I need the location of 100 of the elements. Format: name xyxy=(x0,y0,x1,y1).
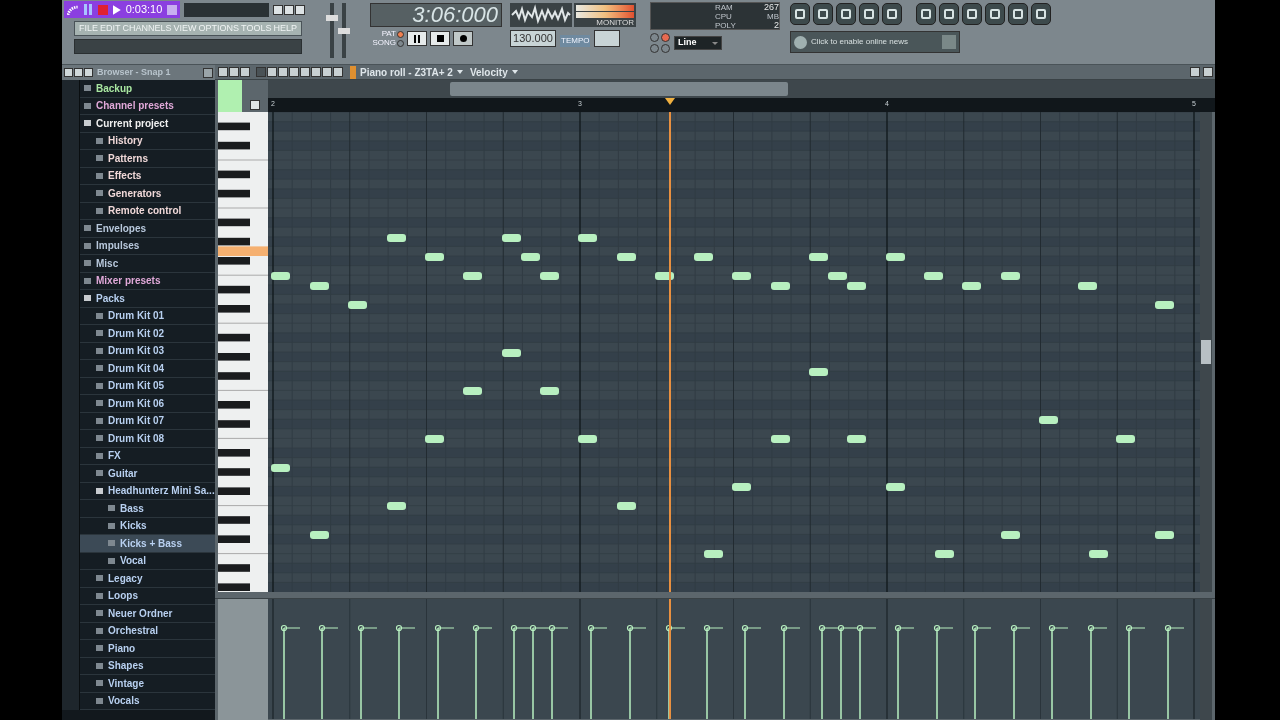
toolbar-button[interactable] xyxy=(962,3,982,25)
item-label[interactable]: Neuer Ordner xyxy=(108,605,173,621)
toolbar-button[interactable] xyxy=(1031,3,1051,25)
note-block[interactable] xyxy=(348,301,367,309)
note-block[interactable] xyxy=(935,550,954,558)
note-block[interactable] xyxy=(310,282,329,290)
toolbar-button[interactable] xyxy=(985,3,1005,25)
tree-item[interactable]: Backup xyxy=(80,80,215,98)
item-label[interactable]: FX xyxy=(108,448,121,464)
note-block[interactable] xyxy=(1089,550,1108,558)
menu-button[interactable] xyxy=(64,68,73,77)
item-label[interactable]: Drum Kit 06 xyxy=(108,395,165,411)
note-block[interactable] xyxy=(1116,435,1135,443)
tree-item[interactable]: Bass xyxy=(80,500,215,518)
item-label[interactable]: Channel presets xyxy=(96,98,174,114)
tree-item[interactable]: Drum Kit 04 xyxy=(80,360,215,378)
note-block[interactable] xyxy=(924,272,943,280)
item-label[interactable]: Drum Kit 08 xyxy=(108,430,165,446)
note-block[interactable] xyxy=(809,368,828,376)
snap-select[interactable]: Line xyxy=(674,36,722,50)
option-light[interactable] xyxy=(650,33,659,42)
scrollbar-thumb[interactable] xyxy=(450,82,788,96)
caret-icon[interactable] xyxy=(456,70,463,74)
item-label[interactable]: Vocal xyxy=(120,553,146,569)
item-label[interactable]: Drum Kit 01 xyxy=(108,308,165,324)
item-label[interactable]: Backup xyxy=(96,80,133,96)
delete-button[interactable] xyxy=(278,67,288,77)
item-label[interactable]: Drum Kit 03 xyxy=(108,343,165,359)
tree-item[interactable]: Neuer Ordner xyxy=(80,605,215,623)
item-label[interactable]: Drum Kit 07 xyxy=(108,413,165,429)
item-label[interactable]: Misc xyxy=(96,255,119,271)
mode-light[interactable] xyxy=(397,39,404,47)
close-button[interactable] xyxy=(295,4,305,15)
item-label[interactable]: Remote control xyxy=(108,203,182,219)
item-label[interactable]: Piano xyxy=(108,640,136,656)
note-block[interactable] xyxy=(425,435,444,443)
tree-item[interactable]: Misc xyxy=(80,255,215,273)
record-button[interactable] xyxy=(453,31,473,46)
horizontal-scrollbar[interactable] xyxy=(268,80,1215,98)
pause-button[interactable] xyxy=(407,31,427,46)
note-block[interactable] xyxy=(809,253,828,261)
note-block[interactable] xyxy=(694,253,713,261)
note-block[interactable] xyxy=(771,435,790,443)
slice-button[interactable] xyxy=(300,67,310,77)
lane-selector[interactable]: Velocity xyxy=(469,64,508,80)
note-block[interactable] xyxy=(1001,531,1020,539)
note-block[interactable] xyxy=(387,234,406,242)
item-label[interactable]: Impulses xyxy=(96,238,140,254)
toolbar-button[interactable] xyxy=(882,3,902,25)
note-block[interactable] xyxy=(886,253,905,261)
note-block[interactable] xyxy=(271,272,290,280)
item-label[interactable]: Current project xyxy=(96,115,169,131)
item-label[interactable]: Bass xyxy=(120,500,144,516)
minimize-button[interactable] xyxy=(273,4,283,15)
note-color-swatch[interactable] xyxy=(218,80,242,112)
play-icon[interactable] xyxy=(112,4,121,15)
zoom-button[interactable] xyxy=(322,67,332,77)
mute-button[interactable] xyxy=(289,67,299,77)
close-button[interactable] xyxy=(203,67,213,78)
back-button[interactable] xyxy=(84,68,93,77)
note-block[interactable] xyxy=(271,464,290,472)
toolbar-button[interactable] xyxy=(790,3,810,25)
tree-item[interactable]: Legacy xyxy=(80,570,215,588)
note-block[interactable] xyxy=(540,387,559,395)
note-block[interactable] xyxy=(847,282,866,290)
mode-light[interactable] xyxy=(397,30,404,38)
note-block[interactable] xyxy=(732,483,751,491)
note-block[interactable] xyxy=(463,387,482,395)
paint-button[interactable] xyxy=(267,67,277,77)
note-block[interactable] xyxy=(310,531,329,539)
item-label[interactable]: History xyxy=(108,133,143,149)
item-label[interactable]: Drum Kit 02 xyxy=(108,325,165,341)
note-block[interactable] xyxy=(828,272,847,280)
note-block[interactable] xyxy=(617,253,636,261)
item-label[interactable]: Effects xyxy=(108,168,142,184)
item-label[interactable]: Vocals xyxy=(108,693,140,709)
note-block[interactable] xyxy=(1039,416,1058,424)
piano-keyboard-drawing[interactable] xyxy=(218,112,268,592)
tree-item[interactable]: Drum Kit 02 xyxy=(80,325,215,343)
pattern-display[interactable] xyxy=(594,30,621,47)
note-block[interactable] xyxy=(886,483,905,491)
pattern-name-field[interactable] xyxy=(184,2,269,17)
toolbar-button[interactable] xyxy=(813,3,833,25)
toolbar-button[interactable] xyxy=(836,3,856,25)
select-button[interactable] xyxy=(311,67,321,77)
tree-item[interactable]: Envelopes xyxy=(80,220,215,238)
item-label[interactable]: Loops xyxy=(108,588,138,604)
note-block[interactable] xyxy=(1078,282,1097,290)
tree-item[interactable]: Generators xyxy=(80,185,215,203)
speaker-button[interactable] xyxy=(333,67,343,77)
item-label[interactable]: Orchestral xyxy=(108,623,159,639)
tempo-display[interactable]: 130.000 xyxy=(510,30,556,47)
note-block[interactable] xyxy=(962,282,981,290)
note-block[interactable] xyxy=(502,234,521,242)
option-light[interactable] xyxy=(650,44,659,53)
item-label[interactable]: Drum Kit 04 xyxy=(108,360,165,376)
note-block[interactable] xyxy=(847,435,866,443)
item-label[interactable]: Shapes xyxy=(108,658,144,674)
close-button[interactable] xyxy=(1203,67,1213,77)
magnet-button[interactable] xyxy=(240,67,250,77)
